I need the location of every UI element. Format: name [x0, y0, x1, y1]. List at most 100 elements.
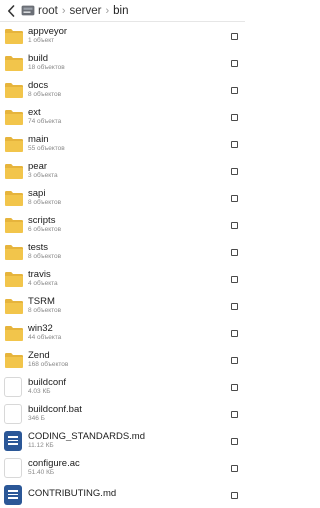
breadcrumb-separator: › [61, 4, 66, 17]
folder-row[interactable]: sapi 8 объектов [0, 184, 245, 211]
folder-row[interactable]: TSRM 8 объектов [0, 292, 245, 319]
item-text: main 55 объектов [28, 135, 245, 153]
item-name: docs [28, 80, 49, 90]
folder-row[interactable]: appveyor 1 объект [0, 22, 245, 49]
item-text: win32 44 объекта [28, 324, 245, 342]
folder-row[interactable]: ext 74 объекта [0, 103, 245, 130]
select-checkbox[interactable] [231, 60, 238, 67]
select-checkbox[interactable] [231, 357, 238, 364]
document-icon [4, 430, 24, 451]
breadcrumb-bin[interactable]: bin [113, 5, 128, 17]
select-checkbox[interactable] [231, 465, 238, 472]
file-icon [4, 457, 24, 478]
item-name: build [28, 53, 49, 63]
select-checkbox[interactable] [231, 168, 238, 175]
folder-row[interactable]: pear 3 объекта [0, 157, 245, 184]
folder-icon [4, 242, 24, 262]
item-text: ext 74 объекта [28, 108, 245, 126]
item-text: CONTRIBUTING.md [28, 489, 245, 501]
select-checkbox[interactable] [231, 492, 238, 499]
folder-icon [4, 188, 24, 208]
select-checkbox[interactable] [231, 303, 238, 310]
folder-row[interactable]: win32 44 объекта [0, 319, 245, 346]
item-name: main [28, 134, 49, 144]
breadcrumb-separator: › [105, 4, 110, 17]
item-text: scripts 6 объектов [28, 216, 245, 234]
file-icon [4, 376, 24, 397]
folder-icon [4, 269, 24, 289]
item-name: buildconf.bat [28, 404, 82, 414]
item-text: pear 3 объекта [28, 162, 245, 180]
item-meta: 6 объектов [28, 226, 62, 233]
item-text: sapi 8 объектов [28, 189, 245, 207]
item-text: TSRM 8 объектов [28, 297, 245, 315]
file-list: appveyor 1 объект build 18 объектов docs 8 об… [0, 22, 245, 508]
item-name: Zend [28, 350, 50, 360]
item-text: configure.ac 51.40 КБ [28, 459, 245, 477]
item-text: buildconf 4.03 КБ [28, 378, 245, 396]
item-meta: 74 объекта [28, 118, 62, 125]
file-row[interactable]: buildconf.bat 346 Б [0, 400, 245, 427]
file-row[interactable]: CODING_STANDARDS.md 11.12 КБ [0, 427, 245, 454]
folder-row[interactable]: build 18 объектов [0, 49, 245, 76]
back-button[interactable] [3, 2, 19, 20]
folder-icon [4, 26, 24, 46]
item-name: CONTRIBUTING.md [28, 488, 117, 499]
item-name: ext [28, 107, 41, 117]
select-checkbox[interactable] [231, 222, 238, 229]
select-checkbox[interactable] [231, 195, 238, 202]
item-text: buildconf.bat 346 Б [28, 405, 245, 423]
select-checkbox[interactable] [231, 411, 238, 418]
folder-icon [4, 80, 24, 100]
file-row[interactable]: buildconf 4.03 КБ [0, 373, 245, 400]
folder-row[interactable]: scripts 6 объектов [0, 211, 245, 238]
item-meta: 8 объектов [28, 307, 62, 314]
folder-row[interactable]: tests 8 объектов [0, 238, 245, 265]
item-name: travis [28, 269, 51, 279]
item-meta: 3 объекта [28, 172, 58, 179]
item-text: CODING_STANDARDS.md 11.12 КБ [28, 432, 245, 450]
item-name: CODING_STANDARDS.md [28, 431, 146, 441]
select-checkbox[interactable] [231, 438, 238, 445]
select-checkbox[interactable] [231, 141, 238, 148]
folder-icon [4, 134, 24, 154]
item-name: win32 [28, 323, 53, 333]
item-name: appveyor [28, 26, 68, 36]
item-meta: 4.03 КБ [28, 388, 51, 395]
breadcrumb-root[interactable]: root [38, 5, 58, 17]
item-meta: 4 объекта [28, 280, 58, 287]
folder-icon [4, 107, 24, 127]
folder-icon [4, 53, 24, 73]
folder-icon [4, 296, 24, 316]
select-checkbox[interactable] [231, 276, 238, 283]
item-name: configure.ac [28, 458, 80, 468]
storage-drive-icon[interactable] [21, 5, 35, 17]
select-checkbox[interactable] [231, 114, 238, 121]
folder-row[interactable]: Zend 168 объектов [0, 346, 245, 373]
item-meta: 168 объектов [28, 361, 69, 368]
select-checkbox[interactable] [231, 33, 238, 40]
folder-row[interactable]: docs 8 объектов [0, 76, 245, 103]
folder-icon [4, 323, 24, 343]
select-checkbox[interactable] [231, 249, 238, 256]
folder-row[interactable]: main 55 объектов [0, 130, 245, 157]
chevron-left-icon [8, 4, 15, 17]
item-text: docs 8 объектов [28, 81, 245, 99]
select-checkbox[interactable] [231, 384, 238, 391]
folder-row[interactable]: travis 4 объекта [0, 265, 245, 292]
item-name: tests [28, 242, 49, 252]
select-checkbox[interactable] [231, 330, 238, 337]
file-row[interactable]: CONTRIBUTING.md [0, 481, 245, 508]
breadcrumb-server[interactable]: server [70, 5, 102, 17]
item-meta: 8 объектов [28, 91, 62, 98]
folder-icon [4, 350, 24, 370]
file-row[interactable]: configure.ac 51.40 КБ [0, 454, 245, 481]
path-bar: root › server › bin [0, 0, 245, 22]
item-meta: 18 объектов [28, 64, 65, 71]
item-meta: 8 объектов [28, 199, 62, 206]
item-name: buildconf [28, 377, 67, 387]
select-checkbox[interactable] [231, 87, 238, 94]
item-meta: 55 объектов [28, 145, 65, 152]
item-meta: 346 Б [28, 415, 45, 422]
item-name: sapi [28, 188, 46, 198]
